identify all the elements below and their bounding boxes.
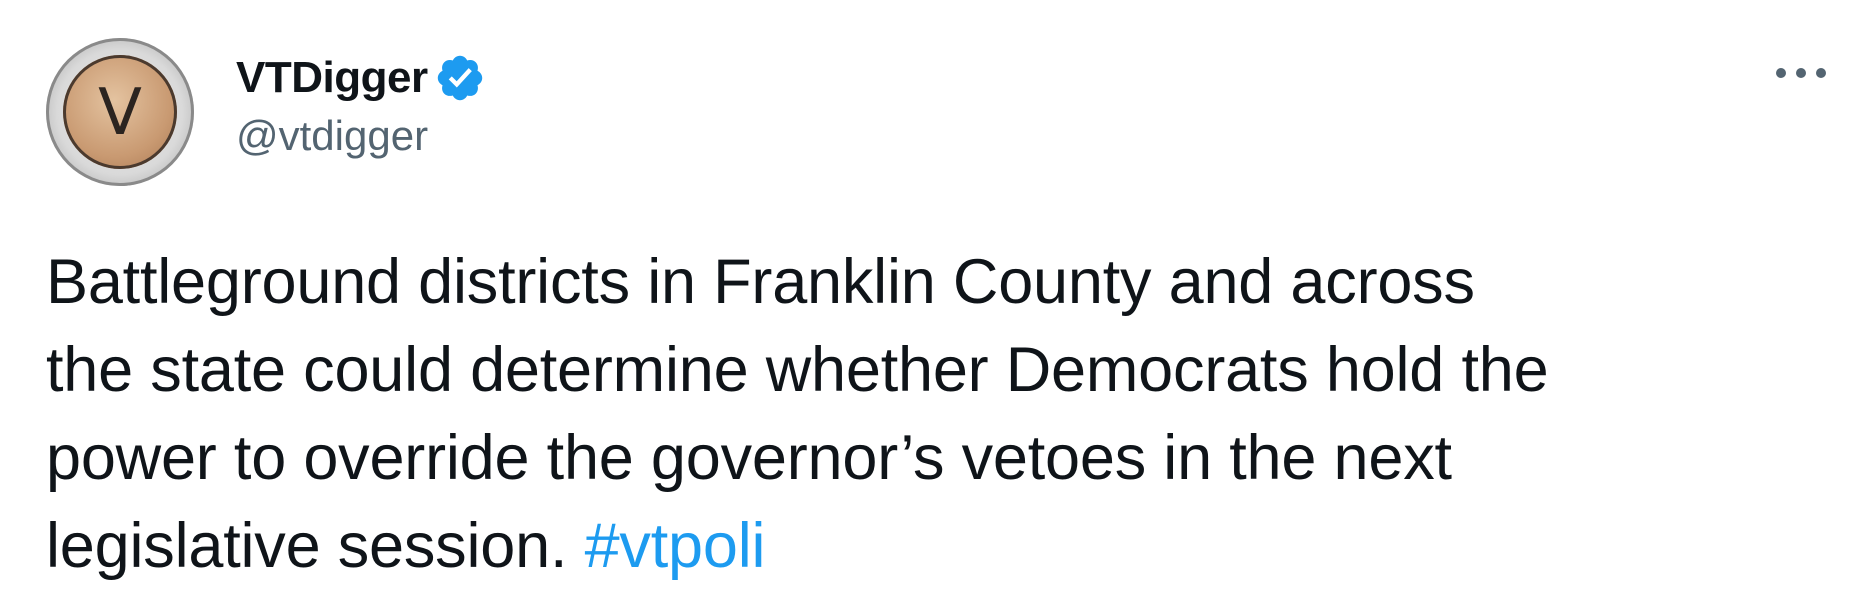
author-name-row: VTDigger (236, 48, 486, 108)
author-display-name[interactable]: VTDigger (236, 53, 428, 103)
verified-badge-icon (434, 52, 486, 104)
avatar-key-face: V (63, 55, 177, 169)
tweet-text-line: legislative session. (46, 511, 568, 581)
more-dot (1816, 68, 1826, 78)
hashtag-link[interactable]: #vtpoli (585, 511, 766, 581)
avatar[interactable]: V (46, 38, 194, 186)
more-dot (1796, 68, 1806, 78)
more-dot (1776, 68, 1786, 78)
avatar-letter: V (98, 76, 142, 150)
tweet-text-line: power to override the governor’s vetoes … (46, 423, 1452, 493)
tweet-text-line: the state could determine whether Democr… (46, 335, 1549, 405)
tweet-card: V VTDigger @vtdigger Battleground distri… (0, 0, 1858, 612)
tweet-text: Battleground districts in Franklin Count… (46, 238, 1836, 590)
tweet-text-line-last: legislative session. #vtpoli (46, 502, 1836, 590)
author-handle[interactable]: @vtdigger (236, 112, 428, 160)
tweet-text-line: Battleground districts in Franklin Count… (46, 247, 1475, 317)
more-horizontal-icon[interactable] (1776, 60, 1826, 86)
